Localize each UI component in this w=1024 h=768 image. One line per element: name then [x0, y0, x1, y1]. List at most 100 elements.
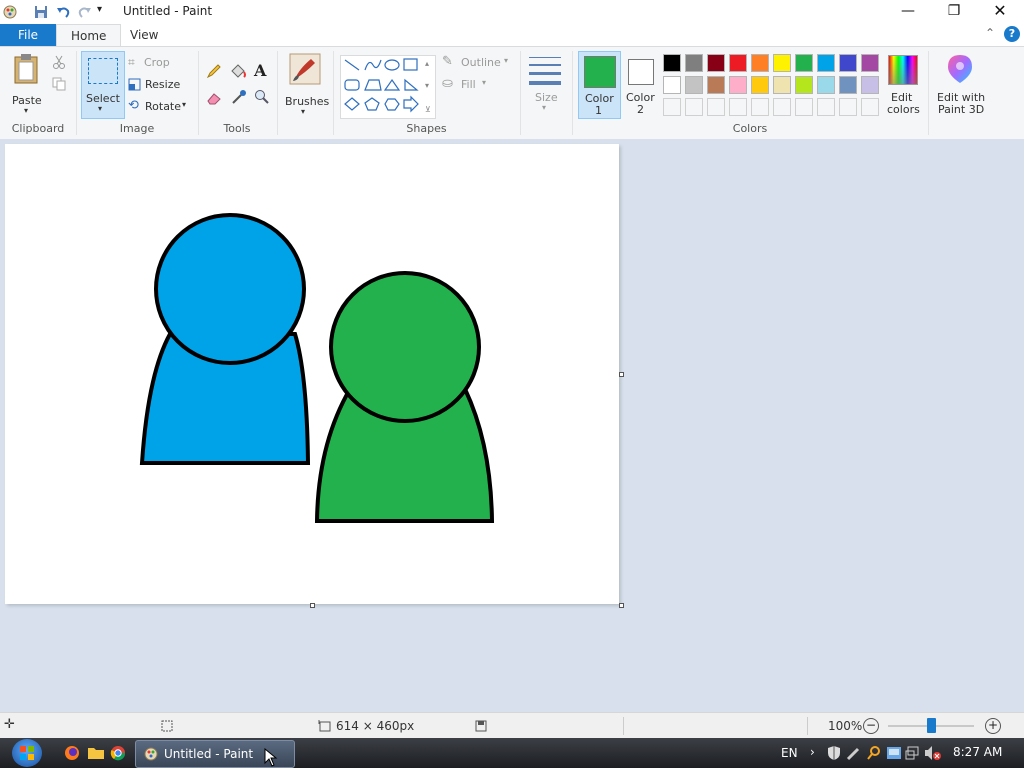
- resize-label: Resize: [145, 78, 181, 91]
- minimize-button[interactable]: —: [885, 0, 931, 24]
- custom-color-slot[interactable]: [861, 98, 879, 116]
- resize-handle-corner[interactable]: [619, 603, 624, 608]
- tools-icon[interactable]: [846, 745, 862, 761]
- color1-button[interactable]: Color 1: [578, 51, 621, 119]
- text-tool-icon[interactable]: A: [254, 61, 266, 80]
- custom-color-slot[interactable]: [685, 98, 703, 116]
- color-palette: [663, 54, 883, 118]
- edit-colors-button[interactable]: Edit colors: [885, 51, 921, 117]
- rotate-label: Rotate: [145, 100, 182, 113]
- size-button[interactable]: Size ▾: [526, 51, 566, 117]
- pencil-icon[interactable]: [206, 63, 222, 79]
- tab-file[interactable]: File: [0, 24, 56, 46]
- file-size-icon: [475, 720, 487, 732]
- chevron-down-icon: ▾: [504, 56, 509, 65]
- palette-swatch[interactable]: [773, 76, 791, 94]
- start-button[interactable]: [12, 739, 42, 767]
- help-icon[interactable]: ?: [1004, 26, 1020, 42]
- file-explorer-icon[interactable]: [87, 745, 105, 761]
- select-button[interactable]: Select ▾: [81, 51, 125, 119]
- language-indicator[interactable]: EN: [781, 746, 798, 760]
- palette-swatch[interactable]: [795, 76, 813, 94]
- zoom-out-button[interactable]: −: [863, 718, 879, 734]
- palette-swatch[interactable]: [729, 76, 747, 94]
- customize-quick-access-icon[interactable]: ▾: [97, 4, 102, 15]
- collapse-ribbon-icon[interactable]: ⌃: [985, 26, 995, 40]
- custom-color-slot[interactable]: [773, 98, 791, 116]
- palette-swatch[interactable]: [685, 76, 703, 94]
- zoom-in-button[interactable]: +: [985, 718, 1001, 734]
- paint3d-label-2: Paint 3D: [938, 103, 985, 116]
- custom-color-slot[interactable]: [817, 98, 835, 116]
- chrome-icon[interactable]: [110, 745, 126, 761]
- save-icon[interactable]: [33, 4, 49, 20]
- custom-color-slot[interactable]: [795, 98, 813, 116]
- color2-button[interactable]: Color 2: [621, 51, 661, 117]
- volume-muted-icon[interactable]: [924, 745, 942, 761]
- paint-app-icon[interactable]: [2, 4, 18, 20]
- custom-color-slot[interactable]: [839, 98, 857, 116]
- palette-swatch[interactable]: [751, 54, 769, 72]
- copy-icon[interactable]: [52, 77, 66, 91]
- maximize-button[interactable]: ❐: [931, 0, 977, 24]
- palette-swatch[interactable]: [685, 54, 703, 72]
- palette-swatch[interactable]: [707, 76, 725, 94]
- palette-swatch[interactable]: [817, 76, 835, 94]
- palette-swatch[interactable]: [839, 76, 857, 94]
- rotate-button[interactable]: ⟲ Rotate ▾: [128, 98, 192, 115]
- cut-icon[interactable]: [52, 55, 66, 69]
- fill-icon: ⛀: [442, 76, 453, 91]
- palette-swatch[interactable]: [861, 54, 879, 72]
- custom-color-slot[interactable]: [663, 98, 681, 116]
- clock-time[interactable]: 8:27 AM: [953, 745, 1002, 759]
- firefox-icon[interactable]: [64, 745, 80, 761]
- palette-swatch[interactable]: [729, 54, 747, 72]
- tab-home[interactable]: Home: [56, 24, 122, 46]
- title-bar: ▾ Untitled - Paint — ❐ ✕: [0, 0, 1024, 24]
- palette-swatch[interactable]: [751, 76, 769, 94]
- fill-bucket-icon[interactable]: [229, 63, 247, 79]
- crop-label: Crop: [144, 56, 170, 69]
- palette-swatch[interactable]: [773, 54, 791, 72]
- shapes-gallery[interactable]: ▴ ▾ ⊻: [340, 55, 436, 119]
- outline-dropdown[interactable]: ✎ Outline ▾: [442, 54, 514, 71]
- custom-color-slot[interactable]: [729, 98, 747, 116]
- security-shield-icon[interactable]: [826, 745, 842, 761]
- resize-button[interactable]: Resize: [128, 77, 188, 93]
- zoom-slider-thumb[interactable]: [927, 718, 936, 733]
- colors-group-label: Colors: [732, 122, 768, 135]
- drawing-canvas[interactable]: [5, 144, 619, 604]
- resize-handle-right[interactable]: [619, 372, 624, 377]
- canvas-drawing: [139, 213, 495, 523]
- chevron-down-icon: ▾: [24, 106, 29, 115]
- palette-swatch[interactable]: [839, 54, 857, 72]
- taskbar: Untitled - Paint EN › 8:27 AM: [0, 738, 1024, 768]
- resize-handle-bottom[interactable]: [310, 603, 315, 608]
- color-picker-icon[interactable]: [231, 89, 247, 105]
- search-icon[interactable]: [866, 745, 882, 761]
- display-icon[interactable]: [905, 745, 921, 761]
- custom-color-slot[interactable]: [751, 98, 769, 116]
- palette-swatch[interactable]: [795, 54, 813, 72]
- network-icon[interactable]: [886, 745, 902, 761]
- brushes-button[interactable]: Brushes ▾: [283, 51, 329, 117]
- close-button[interactable]: ✕: [977, 0, 1023, 24]
- size-line-thin: [529, 57, 561, 58]
- outline-label: Outline: [461, 56, 501, 69]
- palette-swatch[interactable]: [663, 76, 681, 94]
- tab-view[interactable]: View: [116, 24, 172, 46]
- paste-button[interactable]: Paste ▾: [6, 51, 48, 119]
- palette-swatch[interactable]: [707, 54, 725, 72]
- palette-swatch[interactable]: [861, 76, 879, 94]
- eraser-icon[interactable]: [206, 91, 222, 105]
- magnifier-icon[interactable]: [254, 89, 270, 105]
- redo-icon[interactable]: [77, 4, 93, 20]
- palette-swatch[interactable]: [663, 54, 681, 72]
- custom-color-slot[interactable]: [707, 98, 725, 116]
- undo-icon[interactable]: [55, 4, 71, 20]
- edit-with-paint3d-button[interactable]: Edit with Paint 3D: [933, 51, 989, 117]
- palette-swatch[interactable]: [817, 54, 835, 72]
- chevron-down-icon: ▾: [482, 78, 487, 87]
- fill-dropdown[interactable]: ⛀ Fill ▾: [442, 76, 496, 93]
- show-hidden-icons-icon[interactable]: ›: [810, 745, 815, 759]
